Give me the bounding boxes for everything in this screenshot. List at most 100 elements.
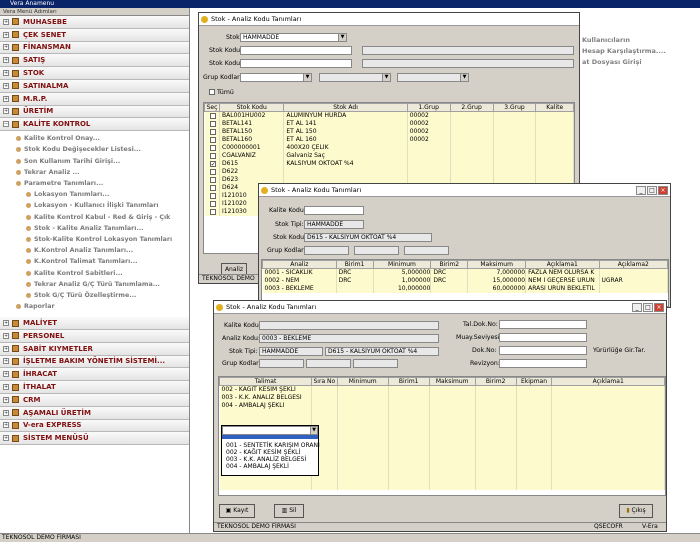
sidebar-subitem[interactable]: Parametre Tanımları... (0, 178, 189, 189)
column-header[interactable]: Birim1 (335, 260, 374, 269)
tal-dok-no-field[interactable] (499, 320, 587, 329)
sidebar-subitem[interactable]: K.Kontrol Analiz Tanımları... (0, 245, 189, 256)
select-cell[interactable] (204, 135, 221, 144)
sidebar-item[interactable]: + SATINALMA (0, 79, 189, 93)
row-checkbox[interactable] (209, 176, 216, 183)
expand-icon[interactable]: + (3, 332, 9, 339)
muay-seviyesi-field[interactable] (499, 333, 587, 342)
expand-icon[interactable]: + (3, 95, 9, 102)
sidebar-subitem[interactable]: Tekrar Analiz ... (0, 167, 189, 178)
sidebar-subitem[interactable]: Kalite Kontrol Onay... (0, 133, 189, 144)
select-cell[interactable] (204, 167, 221, 176)
chevron-down-icon[interactable]: ▼ (382, 74, 390, 81)
column-header[interactable]: 3.Grup (492, 103, 537, 112)
select-cell[interactable]: ✓ (204, 159, 221, 168)
column-header[interactable]: 1.Grup (406, 103, 451, 112)
row-checkbox[interactable] (209, 200, 216, 207)
grup-select-3[interactable]: ▼ (397, 73, 469, 82)
dok-no-field[interactable] (499, 346, 587, 355)
select-cell[interactable] (204, 199, 221, 208)
table-row[interactable]: 004 - AMBALAJ ŞEKLİ (219, 401, 665, 410)
dropdown-option[interactable]: 003 - K.K. ANALİZ BELGESİ (224, 456, 318, 463)
column-header[interactable]: Analiz (262, 260, 337, 269)
table-row[interactable]: BAL001HU002 ALÜMİNYUM HURDA 00002 (204, 111, 574, 120)
sidebar-subitem[interactable]: Stok G/Ç Türü Özelleştirme... (0, 290, 189, 301)
column-header[interactable]: Seç (204, 103, 221, 112)
table-row[interactable]: 0002 - NEM DRC 1,000000 DRC 15,000000 NEM İ G… (262, 276, 668, 285)
table-row[interactable]: BETAL160 ET AL 160 00002 (204, 135, 574, 144)
row-checkbox[interactable] (209, 192, 216, 199)
sidebar-item[interactable]: − KALİTE KONTROL (0, 118, 189, 132)
sidebar-subitem[interactable]: Lokasyon - Kullanıcı İlişki Tanımları (0, 200, 189, 211)
column-header[interactable]: Açıklama2 (598, 260, 668, 269)
select-cell[interactable] (204, 119, 221, 128)
select-cell[interactable] (204, 127, 221, 136)
minimize-icon[interactable]: _ (632, 303, 642, 312)
chevron-down-icon[interactable]: ▼ (310, 427, 317, 434)
table-row[interactable]: 003 - K.K. ANALİZ BELGESİ (219, 393, 665, 402)
kalite-kodu-field[interactable] (304, 206, 364, 215)
sidebar-subitem[interactable]: Raporlar (0, 301, 189, 312)
table-row[interactable]: BETAL150 ET AL 150 00002 (204, 127, 574, 136)
chevron-down-icon[interactable]: ▼ (338, 34, 346, 41)
close-icon[interactable]: × (654, 303, 664, 312)
column-header[interactable]: Stok Adı (283, 103, 408, 112)
column-header[interactable]: Birim2 (430, 260, 469, 269)
expand-icon[interactable]: + (3, 435, 9, 442)
stok-kodu-field-2[interactable] (240, 59, 352, 68)
close-icon[interactable]: × (658, 186, 668, 195)
column-header[interactable]: Maksimum (428, 377, 476, 386)
sidebar-item[interactable]: + PERSONEL (0, 329, 189, 343)
table-row[interactable]: ✓ D615 KALSİYUM OKTOAT %4 (204, 159, 574, 168)
table-row[interactable]: 0001 - SICAKLIK DRC 5,000000 DRC 7,000000 FAZ… (262, 268, 668, 277)
expand-icon[interactable]: + (3, 57, 9, 64)
right-link[interactable]: Hesap Karşılaştırma.... (582, 47, 666, 58)
column-header[interactable]: Birim1 (387, 377, 430, 386)
talimat-dropdown-input[interactable]: ▼ (222, 426, 318, 435)
sidebar-item[interactable]: + İTHALAT (0, 381, 189, 394)
column-header[interactable]: 2.Grup (449, 103, 494, 112)
expand-icon[interactable]: + (3, 320, 9, 327)
grup-select-1[interactable]: ▼ (240, 73, 312, 82)
table-row[interactable]: 0003 - BEKLEME 10,000000 60,000000 ARASI ÜR… (262, 284, 668, 293)
column-header[interactable]: Birim2 (474, 377, 517, 386)
sidebar-subitem[interactable]: Son Kullanım Tarihi Girişi... (0, 156, 189, 167)
revizyon-field[interactable] (499, 359, 587, 368)
column-header[interactable]: Açıklama1 (525, 260, 600, 269)
sidebar-subitem[interactable]: Stok-Kalite Kontrol Lokasyon Tanımları (0, 234, 189, 245)
select-cell[interactable] (204, 191, 221, 200)
sidebar-item[interactable]: + İHRACAT (0, 368, 189, 382)
stok-tipi-select[interactable]: HAMMADDE ▼ (240, 33, 347, 42)
select-cell[interactable] (204, 175, 221, 184)
row-checkbox[interactable] (209, 152, 216, 159)
table-row[interactable]: BETAL141 ET AL 141 00002 (204, 119, 574, 128)
select-cell[interactable] (204, 183, 221, 192)
chevron-down-icon[interactable]: ▼ (303, 74, 311, 81)
row-checkbox[interactable] (209, 136, 216, 143)
sidebar-item[interactable]: + SABİT KIYMETLER (0, 342, 189, 356)
chevron-down-icon[interactable]: ▼ (460, 74, 468, 81)
row-checkbox[interactable] (209, 144, 216, 151)
sidebar-item[interactable]: + STOK (0, 67, 189, 80)
checkbox[interactable] (209, 89, 215, 95)
expand-icon[interactable]: + (3, 384, 9, 391)
table-row[interactable]: CGALVANIZ Galvaniz Saç (204, 151, 574, 160)
select-cell[interactable] (204, 207, 221, 216)
sidebar-subitem[interactable]: Stok - Kalite Analiz Tanımları... (0, 223, 189, 234)
table-row[interactable] (219, 481, 665, 490)
expand-icon[interactable]: + (3, 396, 9, 403)
expand-icon[interactable]: + (3, 70, 9, 77)
column-header[interactable]: Stok Kodu (219, 103, 285, 112)
expand-icon[interactable]: + (3, 82, 9, 89)
expand-icon[interactable]: + (3, 371, 9, 378)
table-row[interactable]: C000000001 400X20 ÇELİK (204, 143, 574, 152)
expand-icon[interactable]: + (3, 409, 9, 416)
minimize-icon[interactable]: _ (636, 186, 646, 195)
sidebar-item[interactable]: + MALİYET (0, 317, 189, 330)
sidebar-item[interactable]: + İŞLETME BAKIM YÖNETİM SİSTEMİ... (0, 355, 189, 369)
sidebar-item[interactable]: + ÜRETİM (0, 105, 189, 119)
column-header[interactable]: Kalite (535, 103, 574, 112)
column-header[interactable]: Açıklama1 (551, 377, 665, 386)
expand-icon[interactable]: + (3, 108, 9, 115)
sidebar-subitem[interactable]: Tekrar Analiz G/Ç Türü Tanımlama... (0, 279, 189, 290)
